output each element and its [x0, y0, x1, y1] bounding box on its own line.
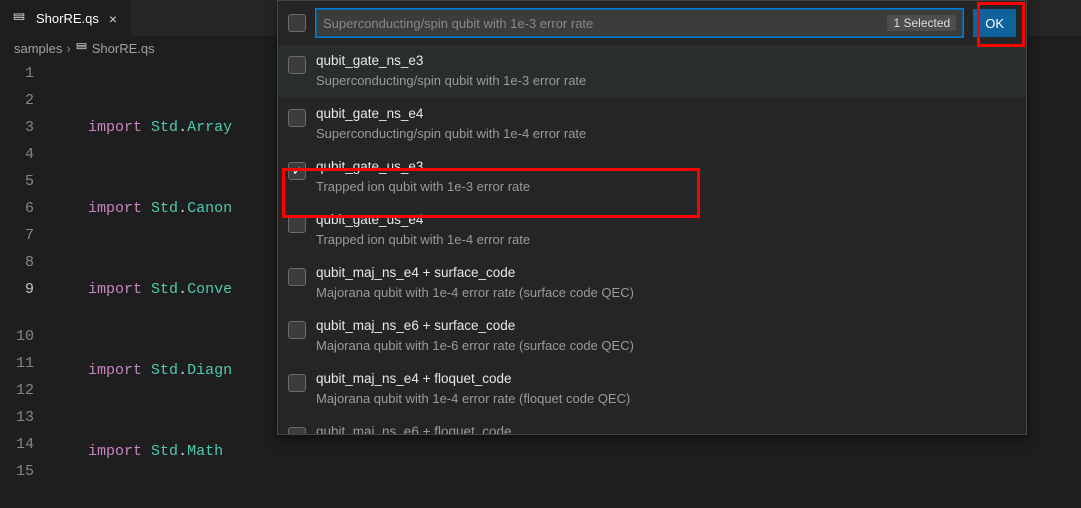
- quickpick-item[interactable]: qubit_maj_ns_e4 + surface_codeMajorana q…: [278, 257, 1026, 310]
- item-desc: Majorana qubit with 1e-4 error rate (sur…: [316, 283, 634, 302]
- item-desc: Majorana qubit with 1e-4 error rate (flo…: [316, 389, 630, 408]
- quickpick-input[interactable]: [323, 16, 879, 31]
- item-text: qubit_gate_us_e3Trapped ion qubit with 1…: [316, 157, 530, 196]
- item-checkbox[interactable]: [288, 321, 306, 339]
- item-checkbox[interactable]: [288, 427, 306, 434]
- item-title: qubit_gate_ns_e4: [316, 104, 586, 124]
- item-checkbox[interactable]: [288, 374, 306, 392]
- item-desc: Trapped ion qubit with 1e-3 error rate: [316, 177, 530, 196]
- item-title: qubit_gate_ns_e3: [316, 51, 586, 71]
- select-all-checkbox[interactable]: [288, 14, 306, 32]
- breadcrumb-seg-samples[interactable]: samples: [14, 41, 62, 56]
- item-text: qubit_maj_ns_e6 + surface_codeMajorana q…: [316, 316, 634, 355]
- quickpick-item[interactable]: ✓ qubit_gate_us_e3Trapped ion qubit with …: [278, 151, 1026, 204]
- selected-count-badge: 1 Selected: [887, 15, 956, 31]
- item-text: qubit_gate_us_e4Trapped ion qubit with 1…: [316, 210, 530, 249]
- item-desc: Trapped ion qubit with 1e-4 error rate: [316, 230, 530, 249]
- quickpick-input-wrap[interactable]: 1 Selected: [316, 9, 963, 37]
- item-text: qubit_maj_ns_e4 + floquet_codeMajorana q…: [316, 369, 630, 408]
- quickpick-dropdown: 1 Selected OK qubit_gate_ns_e3Supercondu…: [277, 0, 1027, 435]
- item-text: qubit_gate_ns_e4Superconducting/spin qub…: [316, 104, 586, 143]
- qs-file-icon: [12, 10, 26, 27]
- item-checkbox[interactable]: ✓: [288, 162, 306, 180]
- quickpick-list[interactable]: qubit_gate_ns_e3Superconducting/spin qub…: [278, 45, 1026, 434]
- item-checkbox[interactable]: [288, 109, 306, 127]
- line-gutter: 1 2 3 4 5 6 7 8 9 10 11 12 13 14 15: [0, 60, 52, 508]
- item-title: qubit_maj_ns_e6 + surface_code: [316, 316, 634, 336]
- quickpick-item[interactable]: qubit_maj_ns_e6 + floquet_code: [278, 416, 1026, 434]
- item-checkbox[interactable]: [288, 215, 306, 233]
- item-title: qubit_gate_us_e4: [316, 210, 530, 230]
- tab-shorre[interactable]: ShorRE.qs ×: [0, 0, 131, 36]
- chevron-right-icon: ›: [66, 41, 70, 56]
- item-title: qubit_maj_ns_e6 + floquet_code: [316, 422, 512, 434]
- quickpick-item[interactable]: qubit_gate_ns_e3Superconducting/spin qub…: [278, 45, 1026, 98]
- item-title: qubit_maj_ns_e4 + floquet_code: [316, 369, 630, 389]
- quickpick-item[interactable]: qubit_maj_ns_e6 + surface_codeMajorana q…: [278, 310, 1026, 363]
- item-desc: Superconducting/spin qubit with 1e-4 err…: [316, 124, 586, 143]
- item-desc: Majorana qubit with 1e-6 error rate (sur…: [316, 336, 634, 355]
- item-text: qubit_gate_ns_e3Superconducting/spin qub…: [316, 51, 586, 90]
- item-title: qubit_gate_us_e3: [316, 157, 530, 177]
- item-text: qubit_maj_ns_e6 + floquet_code: [316, 422, 512, 434]
- quickpick-item[interactable]: qubit_maj_ns_e4 + floquet_codeMajorana q…: [278, 363, 1026, 416]
- item-checkbox[interactable]: [288, 268, 306, 286]
- quickpick-item[interactable]: qubit_gate_ns_e4Superconducting/spin qub…: [278, 98, 1026, 151]
- ok-button[interactable]: OK: [973, 9, 1016, 37]
- quickpick-header: 1 Selected OK: [278, 1, 1026, 45]
- item-checkbox[interactable]: [288, 56, 306, 74]
- item-desc: Superconducting/spin qubit with 1e-3 err…: [316, 71, 586, 90]
- item-text: qubit_maj_ns_e4 + surface_codeMajorana q…: [316, 263, 634, 302]
- breadcrumb-seg-file[interactable]: ShorRE.qs: [92, 41, 155, 56]
- item-title: qubit_maj_ns_e4 + surface_code: [316, 263, 634, 283]
- tab-filename: ShorRE.qs: [36, 11, 99, 26]
- quickpick-item[interactable]: qubit_gate_us_e4Trapped ion qubit with 1…: [278, 204, 1026, 257]
- qs-file-icon: [75, 40, 88, 56]
- close-icon[interactable]: ×: [107, 10, 119, 28]
